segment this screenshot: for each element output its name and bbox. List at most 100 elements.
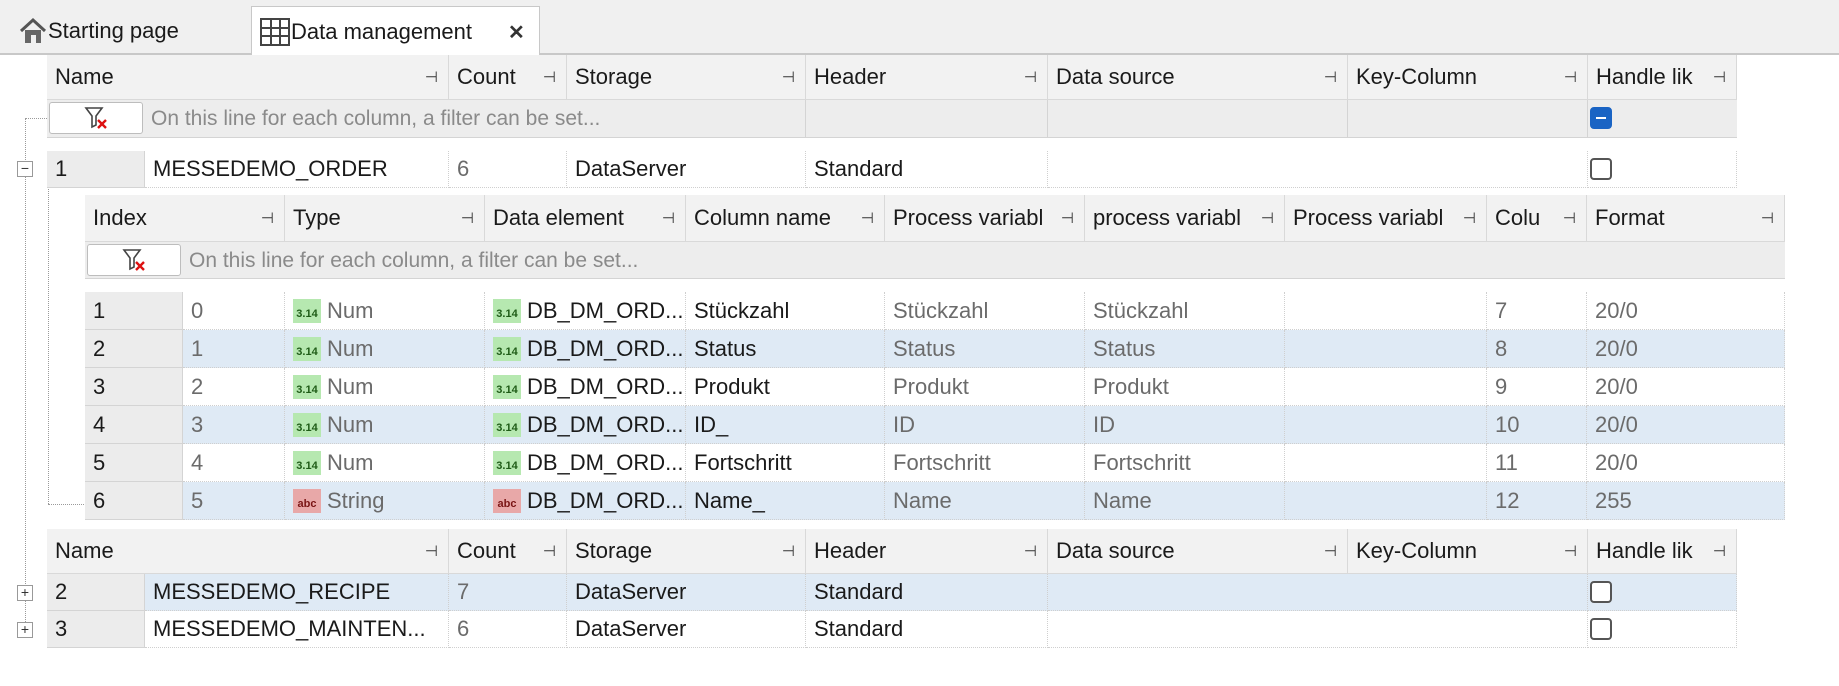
handle-like-checkbox[interactable] [1590,581,1612,603]
pin-icon[interactable]: ⊣ [782,68,795,86]
table-cell[interactable]: 6 [449,151,567,188]
table-cell[interactable]: MESSEDEMO_RECIPE [145,574,449,611]
format-cell[interactable]: 20/0 [1587,292,1785,330]
index-cell[interactable]: 1 [183,330,285,368]
format-cell[interactable]: 20/0 [1587,330,1785,368]
table-cell[interactable]: MESSEDEMO_ORDER [145,151,449,188]
table-row-index[interactable]: 2 [47,574,145,611]
type-cell[interactable]: 3.14 Num [285,292,485,330]
process-variable-cell[interactable] [1285,406,1487,444]
process-variable-cell[interactable]: Stückzahl [1085,292,1285,330]
handle-like-checkbox[interactable] [1590,618,1612,640]
pin-icon[interactable]: ⊣ [1261,209,1274,227]
format-cell[interactable]: 20/0 [1587,368,1785,406]
pin-icon[interactable]: ⊣ [543,542,556,560]
pin-icon[interactable]: ⊣ [1324,68,1337,86]
process-variable-cell[interactable] [1285,482,1487,520]
row-number[interactable]: 2 [85,330,183,368]
inner-column-header[interactable]: Index ⊣ [85,195,285,242]
column-name-cell[interactable]: ID_ [686,406,885,444]
pin-icon[interactable]: ⊣ [1563,209,1576,227]
column-number-cell[interactable]: 10 [1487,406,1587,444]
inner-clear-filter-button[interactable] [87,244,181,276]
clear-filter-button[interactable] [49,102,143,134]
filter-placeholder[interactable]: On this line for each column, a filter c… [151,100,600,138]
table-cell[interactable] [1588,574,1737,611]
inner-column-header[interactable]: Data element ⊣ [485,195,686,242]
pin-icon[interactable]: ⊣ [461,209,474,227]
table-row-index[interactable]: 1 [47,151,145,188]
column-header[interactable]: Storage ⊣ [567,529,806,574]
pin-icon[interactable]: ⊣ [425,68,438,86]
pin-icon[interactable]: ⊣ [1463,209,1476,227]
column-name-cell[interactable]: Produkt [686,368,885,406]
process-variable-cell[interactable]: ID [1085,406,1285,444]
pin-icon[interactable]: ⊣ [1761,209,1774,227]
inner-column-header[interactable]: Column name ⊣ [686,195,885,242]
inner-column-header[interactable]: Format ⊣ [1587,195,1785,242]
type-cell[interactable]: 3.14 Num [285,368,485,406]
inner-filter-placeholder[interactable]: On this line for each column, a filter c… [189,242,638,279]
column-header[interactable]: Key-Column ⊣ [1348,529,1588,574]
pin-icon[interactable]: ⊣ [543,68,556,86]
column-number-cell[interactable]: 9 [1487,368,1587,406]
data-element-cell[interactable]: abc DB_DM_ORD... [485,482,686,520]
pin-icon[interactable]: ⊣ [861,209,874,227]
column-name-cell[interactable]: Name_ [686,482,885,520]
row-number[interactable]: 5 [85,444,183,482]
process-variable-cell[interactable]: Status [885,330,1085,368]
column-name-cell[interactable]: Status [686,330,885,368]
process-variable-cell[interactable] [1285,444,1487,482]
data-element-cell[interactable]: 3.14 DB_DM_ORD... [485,368,686,406]
pin-icon[interactable]: ⊣ [1713,68,1726,86]
row-number[interactable]: 6 [85,482,183,520]
data-element-cell[interactable]: 3.14 DB_DM_ORD... [485,406,686,444]
column-header[interactable]: Handle lik ⊣ [1588,55,1737,100]
column-header[interactable]: Storage ⊣ [567,55,806,100]
column-header[interactable]: Key-Column ⊣ [1348,55,1588,100]
tab-starting-page[interactable]: Starting page [18,6,248,55]
process-variable-cell[interactable]: Name [1085,482,1285,520]
index-cell[interactable]: 0 [183,292,285,330]
process-variable-cell[interactable] [1285,292,1487,330]
inner-column-header[interactable]: Type ⊣ [285,195,485,242]
pin-icon[interactable]: ⊣ [1024,68,1037,86]
expand-toggle[interactable]: + [17,622,33,638]
table-cell[interactable]: 7 [449,574,567,611]
process-variable-cell[interactable]: Fortschritt [885,444,1085,482]
row-number[interactable]: 4 [85,406,183,444]
table-cell[interactable] [1588,611,1737,648]
table-row-index[interactable]: 3 [47,611,145,648]
process-variable-cell[interactable]: Name [885,482,1085,520]
close-icon[interactable]: ✕ [508,20,525,45]
pin-icon[interactable]: ⊣ [425,542,438,560]
table-cell[interactable]: MESSEDEMO_MAINTEN... [145,611,449,648]
row-number[interactable]: 3 [85,368,183,406]
format-cell[interactable]: 20/0 [1587,444,1785,482]
data-element-cell[interactable]: 3.14 DB_DM_ORD... [485,444,686,482]
column-header[interactable]: Header ⊣ [806,529,1048,574]
column-header[interactable]: Count ⊣ [449,55,567,100]
table-cell[interactable]: Standard [806,611,1048,648]
data-element-cell[interactable]: 3.14 DB_DM_ORD... [485,292,686,330]
table-cell[interactable]: DataServer [567,611,806,648]
pin-icon[interactable]: ⊣ [662,209,675,227]
column-number-cell[interactable]: 11 [1487,444,1587,482]
pin-icon[interactable]: ⊣ [1564,542,1577,560]
index-cell[interactable]: 5 [183,482,285,520]
table-cell[interactable] [1048,574,1588,611]
table-cell[interactable] [1048,151,1588,188]
column-name-cell[interactable]: Stückzahl [686,292,885,330]
process-variable-cell[interactable]: ID [885,406,1085,444]
process-variable-cell[interactable] [1285,330,1487,368]
pin-icon[interactable]: ⊣ [1564,68,1577,86]
inner-column-header[interactable]: Process variabl ⊣ [885,195,1085,242]
pin-icon[interactable]: ⊣ [1024,542,1037,560]
index-cell[interactable]: 4 [183,444,285,482]
column-number-cell[interactable]: 7 [1487,292,1587,330]
type-cell[interactable]: 3.14 Num [285,444,485,482]
pin-icon[interactable]: ⊣ [1324,542,1337,560]
table-cell[interactable]: Standard [806,151,1048,188]
process-variable-cell[interactable]: Fortschritt [1085,444,1285,482]
process-variable-cell[interactable] [1285,368,1487,406]
